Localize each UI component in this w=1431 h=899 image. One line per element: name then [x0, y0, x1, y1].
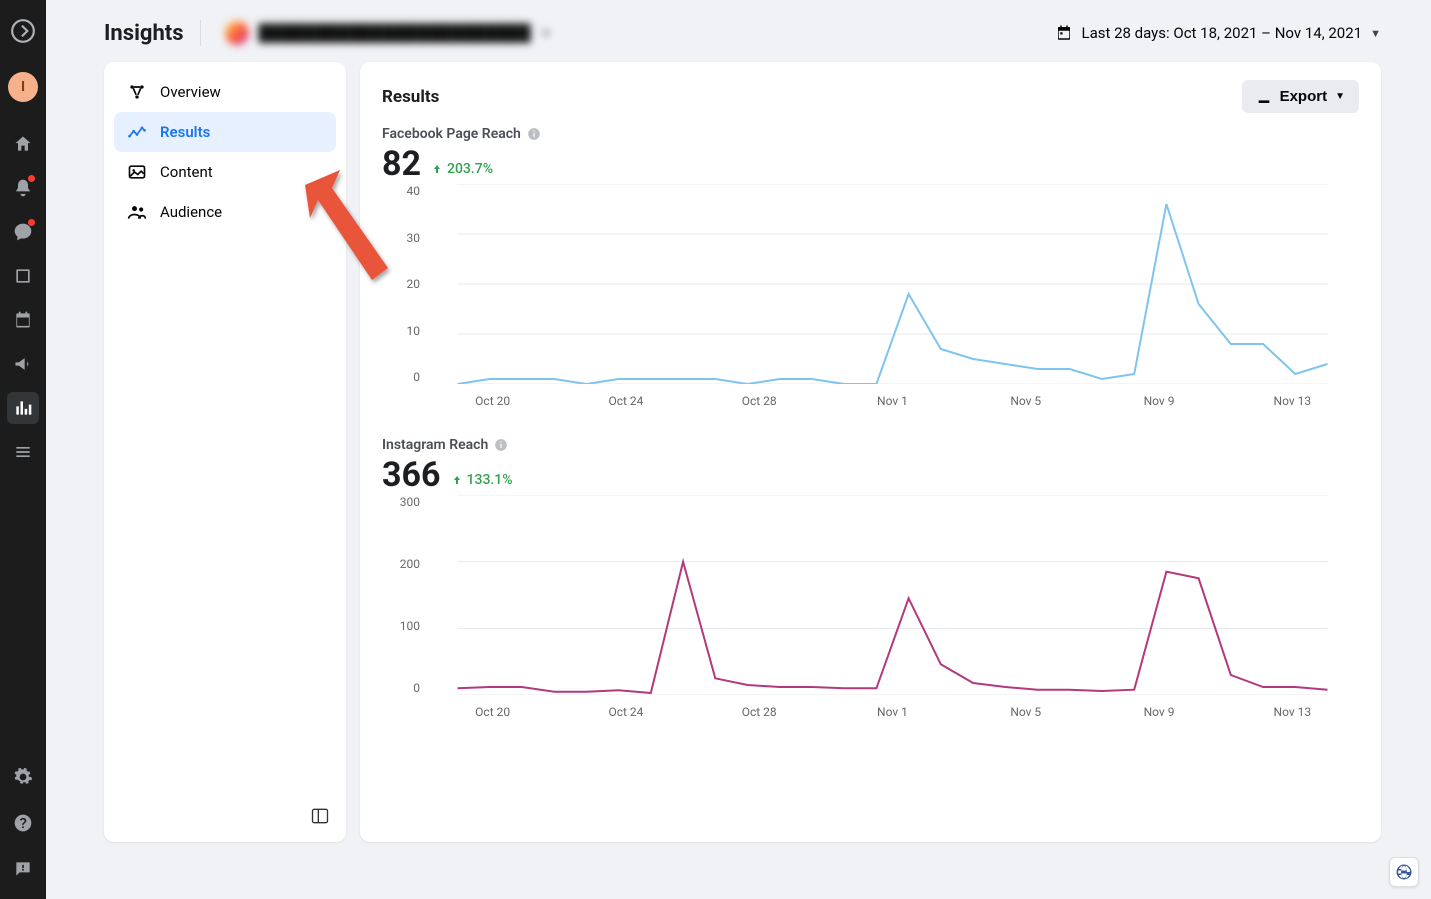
- metric-instagram-reach: Instagram Reach 366 133.1% 3002001000: [382, 434, 1359, 719]
- app-logo[interactable]: [8, 16, 38, 46]
- metric-delta: 133.1%: [451, 472, 513, 488]
- date-range-label: Last 28 days: Oct 18, 2021 – Nov 14, 202…: [1081, 24, 1362, 42]
- user-avatar[interactable]: I: [8, 72, 38, 102]
- chevron-down-icon: ▼: [1370, 27, 1381, 40]
- topbar: Insights ████████████████████████ ▼ Last…: [104, 4, 1381, 62]
- global-rail: I: [0, 0, 46, 899]
- export-label: Export: [1280, 88, 1328, 105]
- chart-facebook-reach: 403020100 Oct 20Oct 24Oct 28Nov 1Nov 5No…: [382, 184, 1359, 408]
- calendar-icon: [1055, 24, 1073, 42]
- sidebar-item-label: Overview: [160, 83, 221, 101]
- globe-button[interactable]: [1389, 857, 1419, 887]
- stories-icon[interactable]: [7, 260, 39, 292]
- metric-delta: 203.7%: [431, 161, 493, 177]
- arrow-up-icon: [451, 474, 463, 486]
- globe-icon: [1395, 863, 1413, 881]
- export-button[interactable]: Export ▼: [1242, 80, 1359, 113]
- account-avatar: [225, 21, 249, 45]
- info-icon[interactable]: [527, 127, 541, 141]
- date-range-picker[interactable]: Last 28 days: Oct 18, 2021 – Nov 14, 202…: [1055, 24, 1381, 42]
- chevron-down-icon: ▼: [541, 27, 552, 40]
- metric-value: 366: [382, 455, 441, 495]
- audience-icon: [126, 202, 148, 222]
- menu-icon[interactable]: [7, 436, 39, 468]
- metric-title-text: Instagram Reach: [382, 437, 488, 453]
- metric-value: 82: [382, 144, 421, 184]
- overview-icon: [126, 82, 148, 102]
- report-icon[interactable]: [7, 853, 39, 885]
- sidebar-item-results[interactable]: Results: [114, 112, 336, 152]
- insights-sidebar: Overview Results Content Audience: [104, 62, 346, 842]
- insights-icon[interactable]: [7, 392, 39, 424]
- chevron-down-icon: ▼: [1335, 91, 1345, 102]
- arrow-up-icon: [431, 163, 443, 175]
- account-selector[interactable]: ████████████████████████ ▼: [217, 19, 560, 47]
- chart-instagram-reach: 3002001000 Oct 20Oct 24Oct 28Nov 1Nov 5N…: [382, 495, 1359, 719]
- ads-icon[interactable]: [7, 348, 39, 380]
- divider: [200, 20, 201, 46]
- metric-title-text: Facebook Page Reach: [382, 126, 521, 142]
- content-icon: [126, 162, 148, 182]
- page-title: Insights: [104, 21, 184, 46]
- notification-dot: [28, 175, 35, 182]
- metric-facebook-reach: Facebook Page Reach 82 203.7% 403020100: [382, 123, 1359, 408]
- sidebar-item-overview[interactable]: Overview: [114, 72, 336, 112]
- info-icon[interactable]: [494, 438, 508, 452]
- collapse-sidebar-button[interactable]: [310, 806, 330, 830]
- sidebar-item-label: Content: [160, 163, 213, 181]
- notification-dot: [28, 219, 35, 226]
- help-icon[interactable]: [7, 807, 39, 839]
- settings-icon[interactable]: [7, 761, 39, 793]
- results-icon: [126, 122, 148, 142]
- panel-title: Results: [382, 87, 439, 107]
- calendar-icon[interactable]: [7, 304, 39, 336]
- sidebar-item-label: Audience: [160, 203, 222, 221]
- download-icon: [1256, 89, 1272, 105]
- sidebar-item-label: Results: [160, 123, 210, 141]
- sidebar-item-audience[interactable]: Audience: [114, 192, 336, 232]
- home-icon[interactable]: [7, 128, 39, 160]
- results-panel: Results Export ▼ Facebook Page Reach 82: [360, 62, 1381, 842]
- sidebar-item-content[interactable]: Content: [114, 152, 336, 192]
- account-name: ████████████████████████: [259, 23, 531, 43]
